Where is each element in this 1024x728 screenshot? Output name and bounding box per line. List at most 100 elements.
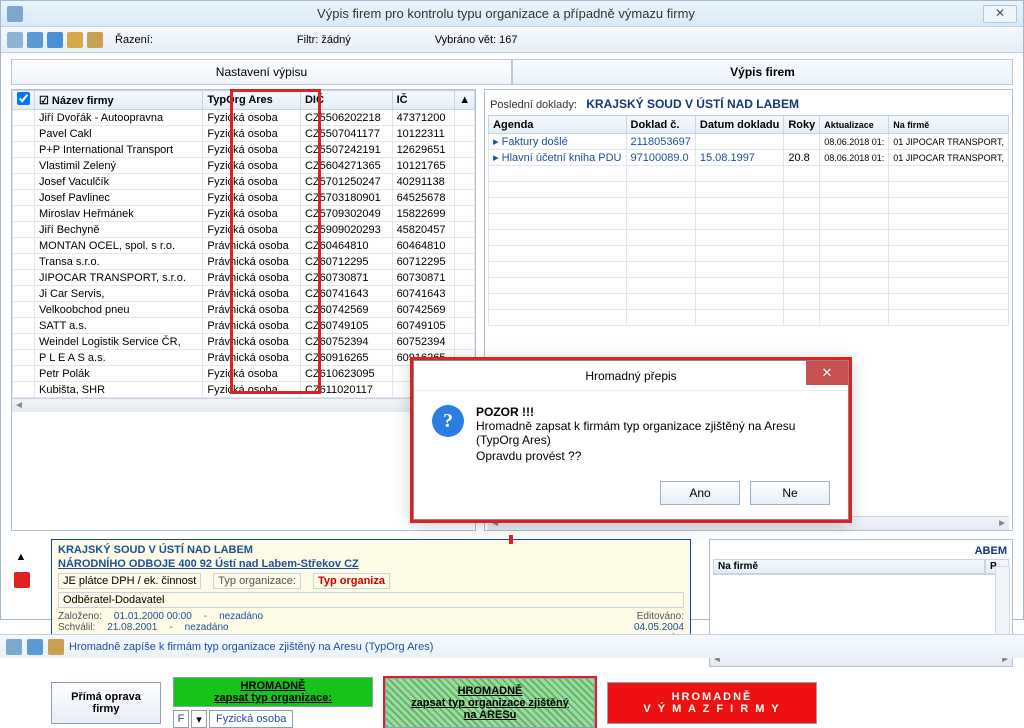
- table-row[interactable]: Vlastimil ZelenýFyzická osobaCZ560427136…: [13, 158, 475, 174]
- dialog-close-button[interactable]: ✕: [806, 361, 848, 385]
- row-scroll: [455, 126, 475, 142]
- row-checkbox[interactable]: [13, 302, 35, 318]
- app-icon[interactable]: [7, 32, 23, 48]
- table-row[interactable]: ▸ Hlavní účetní kniha PDU97100089.015.08…: [489, 150, 1009, 166]
- question-icon: ?: [432, 405, 464, 437]
- rg-header-5[interactable]: Na firmě: [889, 116, 1009, 134]
- lg-header-1[interactable]: ☑ Název firmy: [35, 91, 203, 110]
- row-checkbox[interactable]: [13, 254, 35, 270]
- row-checkbox[interactable]: [13, 350, 35, 366]
- row-checkbox[interactable]: [13, 110, 35, 126]
- row-scroll: [455, 254, 475, 270]
- row-dic: CZ60752394: [300, 334, 392, 350]
- rg-header-2[interactable]: Datum dokladu: [695, 116, 783, 134]
- row-dic: CZ5507242191: [300, 142, 392, 158]
- approved-value: 21.08.2001: [107, 622, 157, 633]
- bulk-write-typeorg-button[interactable]: HROMADNĚ zapsat typ organizace:: [173, 677, 373, 707]
- row-scroll: [455, 158, 475, 174]
- help-icon[interactable]: [27, 32, 43, 48]
- row-checkbox[interactable]: [13, 318, 35, 334]
- rg-roky: [784, 134, 820, 150]
- table-row[interactable]: Kubišta, SHRFyzická osobaCZ611020117: [13, 382, 475, 398]
- status-icon-3[interactable]: [48, 639, 64, 655]
- table-row[interactable]: Ji Car Servis,Právnická osobaCZ607416436…: [13, 286, 475, 302]
- typeorg-dropdown-icon[interactable]: ▾: [191, 710, 207, 728]
- row-checkbox[interactable]: [13, 270, 35, 286]
- row-checkbox[interactable]: [13, 126, 35, 142]
- select-all-checkbox[interactable]: [17, 92, 30, 105]
- table-row[interactable]: P L E A S a.s.Právnická osobaCZ609162656…: [13, 350, 475, 366]
- row-ic: 60742569: [392, 302, 455, 318]
- row-checkbox[interactable]: [13, 174, 35, 190]
- window-close-button[interactable]: ✕: [983, 5, 1017, 23]
- row-checkbox[interactable]: [13, 238, 35, 254]
- table-row[interactable]: ▸ Faktury došlé211805369708.06.2018 01:0…: [489, 134, 1009, 150]
- table-row[interactable]: SATT a.s.Právnická osobaCZ60749105607491…: [13, 318, 475, 334]
- rg-header-1[interactable]: Doklad č.: [626, 116, 695, 134]
- table-row[interactable]: Josef PavlinecFyzická osobaCZ57031809016…: [13, 190, 475, 206]
- refresh-icon[interactable]: [87, 32, 103, 48]
- row-checkbox[interactable]: [13, 206, 35, 222]
- table-row[interactable]: Velkoobchod pneuPrávnická osobaCZ6074256…: [13, 302, 475, 318]
- table-row[interactable]: Transa s.r.o.Právnická osobaCZ6071229560…: [13, 254, 475, 270]
- lg-header-2[interactable]: TypOrg Ares: [203, 91, 301, 110]
- table-row[interactable]: MONTAN OCEL, spol. s r.o.Právnická osoba…: [13, 238, 475, 254]
- lg-header-4[interactable]: IČ: [392, 91, 455, 110]
- typorg-label: Typ organizace:: [213, 573, 301, 589]
- delete-icon[interactable]: [14, 572, 30, 588]
- table-row[interactable]: Josef VaculčíkFyzická osobaCZ57012502474…: [13, 174, 475, 190]
- rg-header-0[interactable]: Agenda: [489, 116, 626, 134]
- bulk-ares-line3: na ARESu: [464, 709, 517, 721]
- table-row[interactable]: Jiří BechyněFyzická osobaCZ5909020293458…: [13, 222, 475, 238]
- lg-header-0[interactable]: [13, 91, 35, 110]
- status-icon-1[interactable]: [6, 639, 22, 655]
- row-dic: CZ60742569: [300, 302, 392, 318]
- row-checkbox[interactable]: [13, 222, 35, 238]
- typeorg-code[interactable]: F: [173, 710, 189, 728]
- table-row[interactable]: P+P International TransportFyzická osoba…: [13, 142, 475, 158]
- globe-icon[interactable]: [47, 32, 63, 48]
- rg-header-3[interactable]: Roky: [784, 116, 820, 134]
- bulk-delete-button[interactable]: HROMADNĚ V Ý M A Z F I R M Y: [607, 682, 817, 724]
- scroll-up-icon[interactable]: ▲: [455, 91, 475, 110]
- dialog-pozor: POZOR !!!: [476, 405, 830, 419]
- table-row[interactable]: Pavel CaklFyzická osobaCZ550704117710122…: [13, 126, 475, 142]
- lg-header-3[interactable]: DIČ: [300, 91, 392, 110]
- row-typorg: Právnická osoba: [203, 350, 301, 366]
- hscroll[interactable]: ◄►: [12, 398, 475, 412]
- titlebar: Výpis firem pro kontrolu typu organizace…: [1, 1, 1023, 27]
- row-checkbox[interactable]: [13, 382, 35, 398]
- row-checkbox[interactable]: [13, 142, 35, 158]
- table-row[interactable]: JIPOCAR TRANSPORT, s.r.o.Právnická osoba…: [13, 270, 475, 286]
- row-name: Josef Vaculčík: [35, 174, 203, 190]
- direct-edit-button[interactable]: Přímá oprava firmy: [51, 682, 161, 724]
- row-scroll: [455, 206, 475, 222]
- dialog-yes-button[interactable]: Ano: [660, 481, 740, 505]
- row-checkbox[interactable]: [13, 334, 35, 350]
- main-window: Výpis firem pro kontrolu typu organizace…: [0, 0, 1024, 620]
- row-checkbox[interactable]: [13, 190, 35, 206]
- detail-up-arrow[interactable]: ▲: [14, 550, 28, 564]
- table-row[interactable]: Jiří Dvořák - AutoopravnaFyzická osobaCZ…: [13, 110, 475, 126]
- odberatel-link[interactable]: Odběratel-Dodavatel: [58, 592, 684, 608]
- edit-icon[interactable]: [67, 32, 83, 48]
- row-dic: CZ60712295: [300, 254, 392, 270]
- tab-settings[interactable]: Nastavení výpisu: [11, 59, 512, 85]
- tab-companies[interactable]: Výpis firem: [512, 59, 1013, 85]
- row-checkbox[interactable]: [13, 158, 35, 174]
- documents-title-prefix: Poslední doklady:: [490, 99, 577, 111]
- status-help-icon[interactable]: [27, 639, 43, 655]
- table-row: [489, 198, 1009, 214]
- table-row[interactable]: Petr PolákFyzická osobaCZ610623095: [13, 366, 475, 382]
- dialog-no-button[interactable]: Ne: [750, 481, 830, 505]
- row-checkbox[interactable]: [13, 366, 35, 382]
- rg-doklad: 2118053697: [626, 134, 695, 150]
- rg-firma: 01 JIPOCAR TRANSPORT,: [889, 134, 1009, 150]
- bulk-write-ares-button[interactable]: HROMADNĚ zapsat typ organizace zjištěný …: [385, 678, 595, 728]
- rg-header-4[interactable]: Aktualizace: [820, 116, 889, 134]
- toolbar: Řazení: Filtr: žádný Vybráno vět: 167: [1, 27, 1023, 53]
- row-typorg: Fyzická osoba: [203, 142, 301, 158]
- table-row[interactable]: Weindel Logistik Service ČR,Právnická os…: [13, 334, 475, 350]
- table-row[interactable]: Miroslav HeřmánekFyzická osobaCZ57093020…: [13, 206, 475, 222]
- row-checkbox[interactable]: [13, 286, 35, 302]
